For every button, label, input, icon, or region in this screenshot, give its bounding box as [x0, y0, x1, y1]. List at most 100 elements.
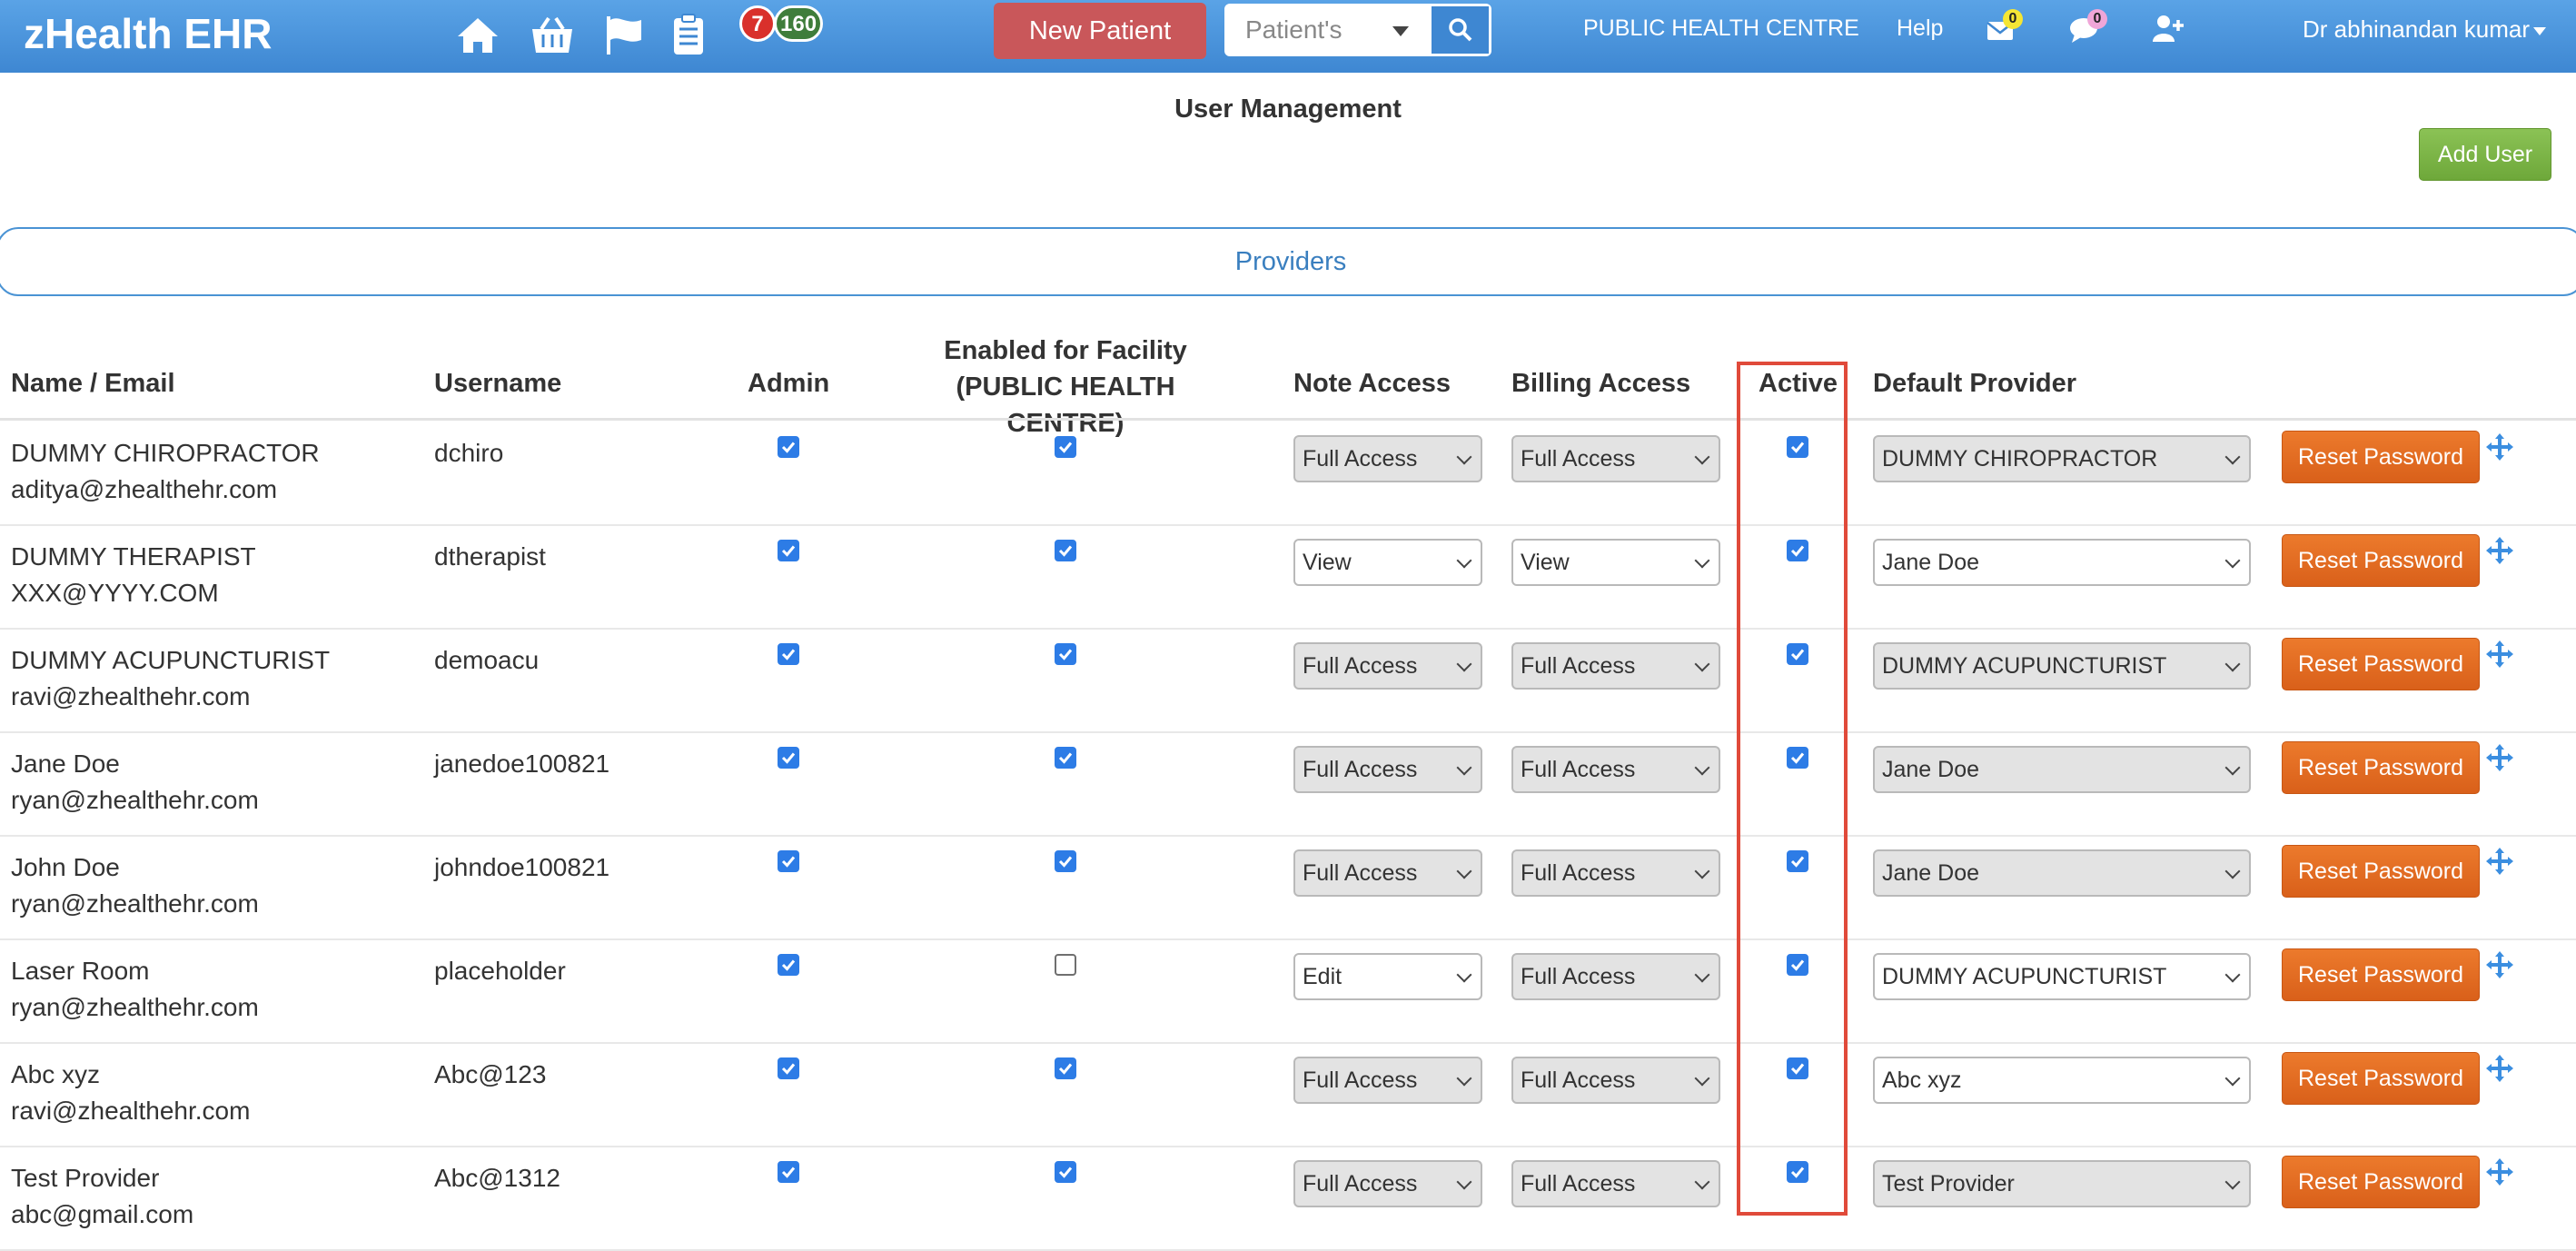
default-provider-select[interactable]: Jane Doe: [1873, 849, 2251, 897]
chevron-down-icon: [1694, 1174, 1710, 1190]
note-access-select[interactable]: View: [1293, 539, 1482, 586]
clipboard-icon[interactable]: [663, 9, 714, 60]
select-value: DUMMY ACUPUNCTURIST: [1882, 652, 2167, 679]
reset-password-button[interactable]: Reset Password: [2282, 534, 2480, 587]
chevron-down-icon: [2224, 1174, 2241, 1190]
help-link[interactable]: Help: [1897, 15, 1943, 42]
column-header-billing-access: Billing Access: [1511, 369, 1691, 398]
move-icon[interactable]: [2484, 535, 2515, 566]
billing-access-select[interactable]: Full Access: [1511, 1057, 1720, 1104]
admin-checkbox[interactable]: [778, 954, 799, 976]
default-provider-select[interactable]: Jane Doe: [1873, 746, 2251, 793]
billing-access-select[interactable]: Full Access: [1511, 953, 1720, 1000]
note-access-select[interactable]: Full Access: [1293, 435, 1482, 482]
select-value: Full Access: [1521, 963, 1636, 989]
default-provider-select[interactable]: DUMMY ACUPUNCTURIST: [1873, 642, 2251, 690]
task-count-badge[interactable]: 160: [774, 5, 824, 42]
move-icon[interactable]: [2484, 432, 2515, 462]
reset-password-button[interactable]: Reset Password: [2282, 638, 2480, 690]
select-value: Full Access: [1303, 652, 1418, 679]
admin-checkbox[interactable]: [778, 1161, 799, 1183]
admin-checkbox[interactable]: [778, 643, 799, 665]
chevron-down-icon: [1456, 656, 1472, 672]
reset-password-button[interactable]: Reset Password: [2282, 1052, 2480, 1105]
add-user-icon[interactable]: [2151, 13, 2185, 44]
default-provider-select[interactable]: DUMMY CHIROPRACTOR: [1873, 435, 2251, 482]
move-icon[interactable]: [2484, 846, 2515, 877]
facility-link[interactable]: PUBLIC HEALTH CENTRE: [1583, 15, 1859, 42]
facility-enabled-checkbox[interactable]: [1055, 643, 1076, 665]
move-icon[interactable]: [2484, 949, 2515, 980]
billing-access-select[interactable]: Full Access: [1511, 1160, 1720, 1207]
provider-email: ravi@zhealthehr.com: [11, 1097, 251, 1125]
facility-enabled-checkbox[interactable]: [1055, 954, 1076, 976]
provider-email: ryan@zhealthehr.com: [11, 786, 259, 814]
reset-password-button[interactable]: Reset Password: [2282, 431, 2480, 483]
select-value: Full Access: [1303, 445, 1418, 472]
flag-icon[interactable]: [599, 9, 650, 60]
user-menu[interactable]: Dr abhinandan kumar: [2303, 15, 2547, 44]
reset-password-button[interactable]: Reset Password: [2282, 741, 2480, 794]
active-checkbox[interactable]: [1787, 1161, 1808, 1183]
basket-icon[interactable]: [527, 9, 578, 60]
active-checkbox[interactable]: [1787, 850, 1808, 872]
select-value: Full Access: [1521, 1170, 1636, 1196]
alert-count-badge[interactable]: 7: [739, 5, 776, 42]
select-value: Full Access: [1521, 859, 1636, 886]
active-checkbox[interactable]: [1787, 540, 1808, 561]
brand-logo[interactable]: zHealth EHR: [24, 9, 272, 58]
facility-enabled-checkbox[interactable]: [1055, 540, 1076, 561]
billing-access-select[interactable]: Full Access: [1511, 435, 1720, 482]
note-access-select[interactable]: Full Access: [1293, 849, 1482, 897]
note-access-select[interactable]: Full Access: [1293, 1160, 1482, 1207]
default-provider-select[interactable]: Test Provider: [1873, 1160, 2251, 1207]
billing-access-select[interactable]: View: [1511, 539, 1720, 586]
facility-enabled-checkbox[interactable]: [1055, 1057, 1076, 1079]
default-provider-select[interactable]: Abc xyz: [1873, 1057, 2251, 1104]
reset-password-button[interactable]: Reset Password: [2282, 845, 2480, 898]
new-patient-button[interactable]: New Patient: [994, 3, 1206, 59]
provider-username: janedoe100821: [434, 750, 610, 778]
default-provider-select[interactable]: Jane Doe: [1873, 539, 2251, 586]
reset-password-button[interactable]: Reset Password: [2282, 948, 2480, 1001]
search-type-select[interactable]: Patient's: [1227, 6, 1427, 54]
billing-access-select[interactable]: Full Access: [1511, 849, 1720, 897]
reset-password-button[interactable]: Reset Password: [2282, 1156, 2480, 1208]
facility-enabled-checkbox[interactable]: [1055, 747, 1076, 769]
move-icon[interactable]: [2484, 1157, 2515, 1187]
add-user-button[interactable]: Add User: [2419, 128, 2551, 181]
active-checkbox[interactable]: [1787, 643, 1808, 665]
admin-checkbox[interactable]: [778, 436, 799, 458]
note-access-select[interactable]: Edit: [1293, 953, 1482, 1000]
provider-username: Abc@1312: [434, 1164, 560, 1192]
tab-providers[interactable]: Providers: [0, 227, 2576, 296]
note-access-select[interactable]: Full Access: [1293, 1057, 1482, 1104]
move-icon[interactable]: [2484, 742, 2515, 773]
facility-enabled-checkbox[interactable]: [1055, 1161, 1076, 1183]
provider-name: DUMMY THERAPIST: [11, 542, 256, 571]
chat-icon[interactable]: 0: [2067, 9, 2107, 45]
mail-icon[interactable]: 0: [1985, 9, 2023, 45]
move-icon[interactable]: [2484, 1053, 2515, 1084]
facility-enabled-checkbox[interactable]: [1055, 436, 1076, 458]
admin-checkbox[interactable]: [778, 747, 799, 769]
move-icon[interactable]: [2484, 639, 2515, 670]
active-checkbox[interactable]: [1787, 1057, 1808, 1079]
note-access-select[interactable]: Full Access: [1293, 746, 1482, 793]
admin-checkbox[interactable]: [778, 850, 799, 872]
select-value: DUMMY CHIROPRACTOR: [1882, 445, 2158, 472]
active-checkbox[interactable]: [1787, 954, 1808, 976]
facility-enabled-checkbox[interactable]: [1055, 850, 1076, 872]
billing-access-select[interactable]: Full Access: [1511, 642, 1720, 690]
admin-checkbox[interactable]: [778, 540, 799, 561]
chevron-down-icon: [2224, 863, 2241, 879]
default-provider-select[interactable]: DUMMY ACUPUNCTURIST: [1873, 953, 2251, 1000]
home-icon[interactable]: [452, 9, 503, 60]
admin-checkbox[interactable]: [778, 1057, 799, 1079]
billing-access-select[interactable]: Full Access: [1511, 746, 1720, 793]
note-access-select[interactable]: Full Access: [1293, 642, 1482, 690]
chevron-down-icon: [1456, 552, 1472, 569]
search-button[interactable]: [1429, 6, 1489, 54]
active-checkbox[interactable]: [1787, 436, 1808, 458]
active-checkbox[interactable]: [1787, 747, 1808, 769]
